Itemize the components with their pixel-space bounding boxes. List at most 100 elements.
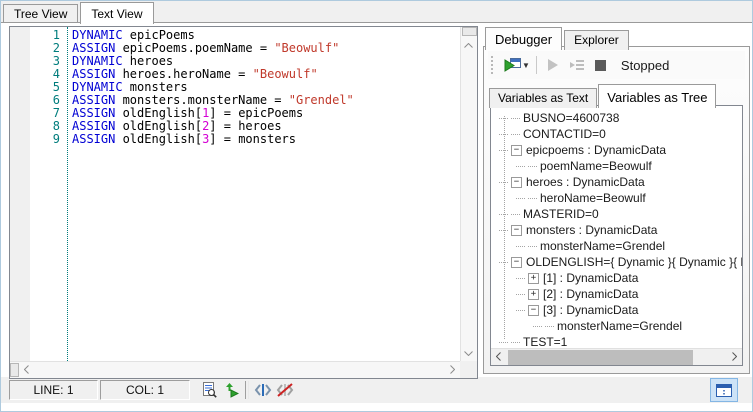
debugger-tab-strip: DebuggerExplorer [483,26,750,47]
code-disabled-icon[interactable] [274,379,296,401]
code-text: ASSIGN oldEnglish[3] = monsters [72,133,296,146]
collapse-icon[interactable]: − [528,305,539,316]
tree-row[interactable]: poemName=Beowulf [491,158,742,174]
debug-status-label: Stopped [621,58,669,73]
tree-row[interactable]: CONTACTID=0 [491,126,742,142]
tab-debugger[interactable]: Debugger [485,27,562,50]
tree-row[interactable]: MASTERID=0 [491,206,742,222]
panel-toggle-icon [716,384,732,397]
tree-node-label: MASTERID=0 [523,207,599,221]
tree-row[interactable]: −OLDENGLISH={ Dynamic }{ Dynamic }{ Dyn [491,254,742,270]
tree-row[interactable]: heroName=Beowulf [491,190,742,206]
splitter-handle[interactable] [462,27,477,36]
line-number-divider [67,27,68,361]
tree-node-label: heroes : DynamicData [526,175,645,189]
app-window: Tree ViewText View 1DYNAMIC epicPoems2AS… [0,0,753,412]
tree-connector [533,326,542,327]
tree-node-label: heroName=Beowulf [540,191,646,205]
code-lines: 1DYNAMIC epicPoems2ASSIGN epicPoems.poem… [30,29,460,146]
scrollbar-thumb[interactable] [508,350,693,365]
tree-connector [516,294,525,295]
code-enabled-icon[interactable] [252,379,274,401]
tree-node-label: monsterName=Grendel [557,319,682,333]
tree-row[interactable]: −epicpoems : DynamicData [491,142,742,158]
panel-toggle-button[interactable] [710,378,738,402]
tree-connector [516,166,525,167]
tree-horizontal-scrollbar[interactable] [491,348,742,365]
tree-connector [516,198,525,199]
code-line[interactable]: 9 ASSIGN oldEnglish[3] = monsters [30,133,460,146]
tree-row[interactable]: monsterName=Grendel [491,318,742,334]
expand-icon[interactable]: + [528,289,539,300]
collapse-icon[interactable]: − [511,145,522,156]
expand-icon[interactable]: + [528,273,539,284]
tab-explorer[interactable]: Explorer [564,30,629,50]
scrollbar-corner [460,361,477,378]
stop-icon[interactable] [590,54,612,76]
run-icon[interactable] [501,54,523,76]
editor-vertical-scrollbar[interactable] [460,27,477,361]
tree-connector [511,342,520,343]
debugger-panel: DebuggerExplorer ▼ [483,26,750,374]
continue-icon[interactable] [542,54,564,76]
tab-tree-view[interactable]: Tree View [3,4,78,24]
column-indicator: COL: 1 [100,380,190,400]
debugger-tab-page: ▼ [483,46,750,374]
tree-node-label: [3] : DynamicData [543,303,638,317]
tree-connector [511,134,520,135]
tree-node-label: [1] : DynamicData [543,271,638,285]
tree-row[interactable]: −monsters : DynamicData [491,222,742,238]
line-number: 9 [30,133,63,146]
collapse-icon[interactable]: − [511,257,522,268]
scroll-left-icon[interactable] [491,349,506,364]
tree-node-label: [2] : DynamicData [543,287,638,301]
main-tab-strip: Tree ViewText View [1,1,752,22]
toolbar-grip-icon[interactable] [491,56,494,74]
tree-connector [516,246,525,247]
tree-node-label: epicpoems : DynamicData [526,143,666,157]
collapse-icon[interactable]: − [511,177,522,188]
tree-row[interactable]: −heroes : DynamicData [491,174,742,190]
tree-rows: BUSNO=4600738CONTACTID=0−epicpoems : Dyn… [491,110,742,350]
tree-row[interactable]: + [2] : DynamicData [491,286,742,302]
tree-node-label: CONTACTID=0 [523,127,606,141]
tab-variables-as-tree[interactable]: Variables as Tree [598,84,716,108]
editor-text-region[interactable]: 1DYNAMIC epicPoems2ASSIGN epicPoems.poem… [30,27,460,361]
scroll-up-icon[interactable] [461,38,476,53]
tree-root-guide [504,116,505,339]
toolbar-separator [536,56,537,74]
run-dropdown-arrow-icon[interactable]: ▼ [522,61,530,70]
tree-row[interactable]: monsterName=Grendel [491,238,742,254]
tree-connector [511,118,520,119]
code-editor[interactable]: 1DYNAMIC epicPoems2ASSIGN epicPoems.poem… [9,26,478,379]
bottom-strip [1,403,752,411]
statusbar-separator [245,381,249,399]
scroll-left-icon[interactable] [19,362,34,377]
tree-row[interactable]: −[3] : DynamicData [491,302,742,318]
run-script-icon[interactable] [220,379,242,401]
tab-text-view[interactable]: Text View [80,2,153,24]
tree-connector [545,326,554,327]
tab-variables-as-text[interactable]: Variables as Text [489,88,597,108]
variables-tree[interactable]: BUSNO=4600738CONTACTID=0−epicpoems : Dyn… [490,105,743,366]
step-icon[interactable] [566,54,588,76]
scroll-right-icon[interactable] [445,362,460,377]
collapse-icon[interactable]: − [511,225,522,236]
tree-connector [516,310,525,311]
tree-row[interactable]: BUSNO=4600738 [491,110,742,126]
editor-horizontal-scrollbar[interactable] [10,361,460,378]
tree-connector [516,278,525,279]
debugger-toolbar: ▼ [488,51,745,79]
validate-document-icon[interactable] [198,379,220,401]
tree-node-label: monsters : DynamicData [526,223,657,237]
tree-connector [528,198,537,199]
line-indicator: LINE: 1 [9,380,98,400]
splitter-handle-horizontal[interactable] [10,363,19,377]
variables-tab-strip: Variables as TextVariables as Tree [484,83,749,105]
scroll-down-icon[interactable] [461,346,476,361]
tree-connector [528,246,537,247]
status-bar: LINE: 1 COL: 1 [1,377,752,403]
tree-row[interactable]: + [1] : DynamicData [491,270,742,286]
tree-node-label: BUSNO=4600738 [523,111,619,125]
scroll-right-icon[interactable] [727,349,742,364]
